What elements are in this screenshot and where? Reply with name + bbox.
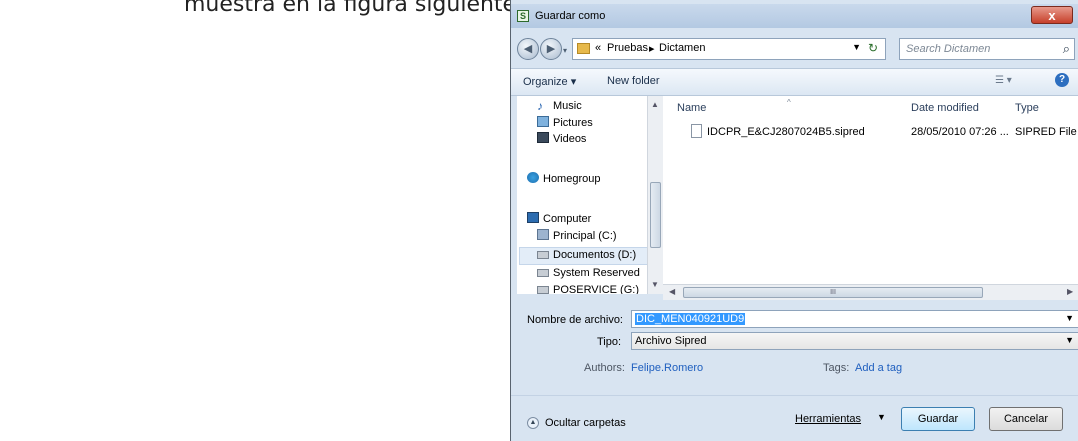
search-box[interactable]: Search Dictamen ⌕ bbox=[899, 38, 1075, 60]
breadcrumb-overflow[interactable]: « bbox=[595, 42, 601, 54]
file-type-select[interactable]: Archivo Sipred ▼ bbox=[631, 332, 1078, 350]
file-list-scroll-thumb[interactable]: III bbox=[683, 287, 983, 298]
address-dropdown-icon[interactable]: ▼ bbox=[852, 42, 861, 52]
authors-value[interactable]: Felipe.Romero bbox=[631, 362, 703, 374]
recent-pages-icon[interactable]: ▾ bbox=[563, 46, 567, 55]
tools-dropdown-icon[interactable]: ▼ bbox=[877, 412, 886, 422]
file-type-dropdown-icon[interactable]: ▼ bbox=[1065, 335, 1074, 345]
videos-icon bbox=[537, 132, 549, 143]
nav-item-label: POSERVICE (G:) bbox=[553, 284, 639, 294]
drive-icon bbox=[537, 286, 549, 294]
app-icon: S bbox=[517, 10, 529, 22]
nav-item-computer[interactable]: Computer bbox=[527, 212, 591, 225]
breadcrumb-separator-icon: ▸ bbox=[649, 43, 655, 55]
homegroup-icon bbox=[527, 172, 539, 183]
breadcrumb-pruebas[interactable]: Pruebas bbox=[607, 42, 648, 54]
cancel-button[interactable]: Cancelar bbox=[989, 407, 1063, 431]
scroll-grip: III bbox=[830, 289, 836, 296]
address-bar[interactable]: « Pruebas ▸ Dictamen ▼ ↻ bbox=[572, 38, 886, 60]
filename-value: DIC_MEN040921UD9 bbox=[635, 313, 746, 325]
title-bar: S Guardar como x bbox=[511, 4, 1078, 28]
file-row[interactable]: IDCPR_E&CJ2807024B5.sipred 28/05/2010 07… bbox=[675, 122, 1077, 142]
music-icon: ♪ bbox=[537, 99, 543, 113]
nav-item-principal-c[interactable]: Principal (C:) bbox=[537, 229, 617, 242]
change-view-icon[interactable]: ☰ ▾ bbox=[995, 75, 1012, 86]
breadcrumb-dictamen[interactable]: Dictamen bbox=[659, 42, 705, 54]
dialog-title: Guardar como bbox=[535, 10, 606, 22]
file-list: Name ^ Date modified Type IDCPR_E&CJ2807… bbox=[663, 96, 1078, 284]
file-date: 28/05/2010 07:26 ... bbox=[911, 126, 1009, 138]
search-icon[interactable]: ⌕ bbox=[1063, 41, 1070, 57]
filename-label: Nombre de archivo: bbox=[527, 314, 623, 326]
nav-item-videos[interactable]: Videos bbox=[537, 132, 586, 145]
computer-icon bbox=[527, 212, 539, 223]
tags-value[interactable]: Add a tag bbox=[855, 362, 902, 374]
file-icon bbox=[691, 124, 702, 138]
file-list-scrollbar[interactable]: ◀ III ▶ bbox=[663, 284, 1078, 300]
nav-item-music[interactable]: ♪ Music bbox=[537, 100, 582, 112]
nav-item-label: Computer bbox=[543, 213, 592, 225]
refresh-icon[interactable]: ↻ bbox=[864, 41, 882, 57]
drive-icon bbox=[537, 269, 549, 277]
scroll-right-icon[interactable]: ▶ bbox=[1067, 287, 1073, 296]
collapse-icon[interactable]: ▲ bbox=[527, 417, 539, 429]
nav-item-label: System Reserved bbox=[553, 267, 640, 279]
folder-icon bbox=[577, 43, 590, 54]
sort-ascending-icon: ^ bbox=[787, 98, 791, 107]
nav-item-label: Pictures bbox=[553, 117, 593, 129]
save-as-dialog: S Guardar como x ◀ ▶ ▾ « Pruebas ▸ Dicta… bbox=[510, 0, 1078, 441]
nav-item-label: Homegroup bbox=[543, 173, 601, 185]
column-header-name-label: Name bbox=[677, 102, 707, 114]
type-label: Tipo: bbox=[597, 336, 622, 348]
dialog-footer: ▲ Ocultar carpetas Herramientas ▼ Guarda… bbox=[511, 395, 1078, 441]
organize-button[interactable]: Organize ▾ bbox=[523, 75, 576, 88]
tags-label: Tags: bbox=[823, 362, 850, 374]
document-caption: muestra en la figura siguiente: bbox=[184, 0, 524, 17]
scroll-up-icon[interactable]: ▲ bbox=[651, 100, 659, 109]
search-placeholder: Search Dictamen bbox=[906, 43, 991, 55]
nav-item-homegroup[interactable]: Homegroup bbox=[527, 172, 600, 185]
file-type-value: Archivo Sipred bbox=[635, 335, 707, 347]
nav-scrollbar[interactable]: ▲ ▼ bbox=[647, 96, 663, 294]
column-header-type[interactable]: Type bbox=[1015, 102, 1039, 114]
nav-item-label: Principal (C:) bbox=[553, 230, 617, 242]
scroll-down-icon[interactable]: ▼ bbox=[651, 280, 659, 289]
drive-icon bbox=[537, 251, 549, 259]
nav-scroll-thumb[interactable] bbox=[650, 182, 661, 248]
nav-item-label: Music bbox=[553, 100, 582, 112]
drive-icon bbox=[537, 229, 549, 240]
filename-input[interactable]: DIC_MEN040921UD9 ▼ bbox=[631, 310, 1078, 328]
nav-item-system-reserved[interactable]: System Reserved bbox=[537, 267, 640, 279]
file-type: SIPRED File bbox=[1015, 126, 1077, 138]
navigation-pane: ♪ Music Pictures Videos Homegroup Compute… bbox=[517, 96, 657, 294]
close-button[interactable]: x bbox=[1031, 6, 1073, 24]
column-header-date[interactable]: Date modified bbox=[911, 102, 979, 114]
filename-dropdown-icon[interactable]: ▼ bbox=[1065, 313, 1074, 323]
forward-button[interactable]: ▶ bbox=[540, 38, 562, 60]
address-row: ◀ ▶ ▾ « Pruebas ▸ Dictamen ▼ ↻ Search Di… bbox=[511, 30, 1078, 64]
file-name: IDCPR_E&CJ2807024B5.sipred bbox=[707, 126, 865, 138]
help-icon[interactable]: ? bbox=[1055, 73, 1069, 87]
nav-item-label: Documentos (D:) bbox=[553, 249, 637, 261]
nav-item-pictures[interactable]: Pictures bbox=[537, 116, 593, 129]
tools-button[interactable]: Herramientas bbox=[795, 413, 861, 425]
nav-item-documentos-d[interactable]: Documentos (D:) bbox=[537, 249, 636, 261]
scroll-left-icon[interactable]: ◀ bbox=[669, 287, 675, 296]
save-button[interactable]: Guardar bbox=[901, 407, 975, 431]
hide-folders-button[interactable]: Ocultar carpetas bbox=[545, 417, 626, 429]
new-folder-button[interactable]: New folder bbox=[607, 75, 660, 87]
authors-label: Authors: bbox=[584, 362, 625, 374]
column-header-name[interactable]: Name ^ bbox=[677, 98, 791, 114]
toolbar: Organize ▾ New folder ☰ ▾ ? bbox=[511, 68, 1078, 96]
nav-item-poservice-g[interactable]: POSERVICE (G:) bbox=[537, 284, 639, 294]
nav-item-label: Videos bbox=[553, 133, 587, 145]
pictures-icon bbox=[537, 116, 549, 127]
back-button[interactable]: ◀ bbox=[517, 38, 539, 60]
